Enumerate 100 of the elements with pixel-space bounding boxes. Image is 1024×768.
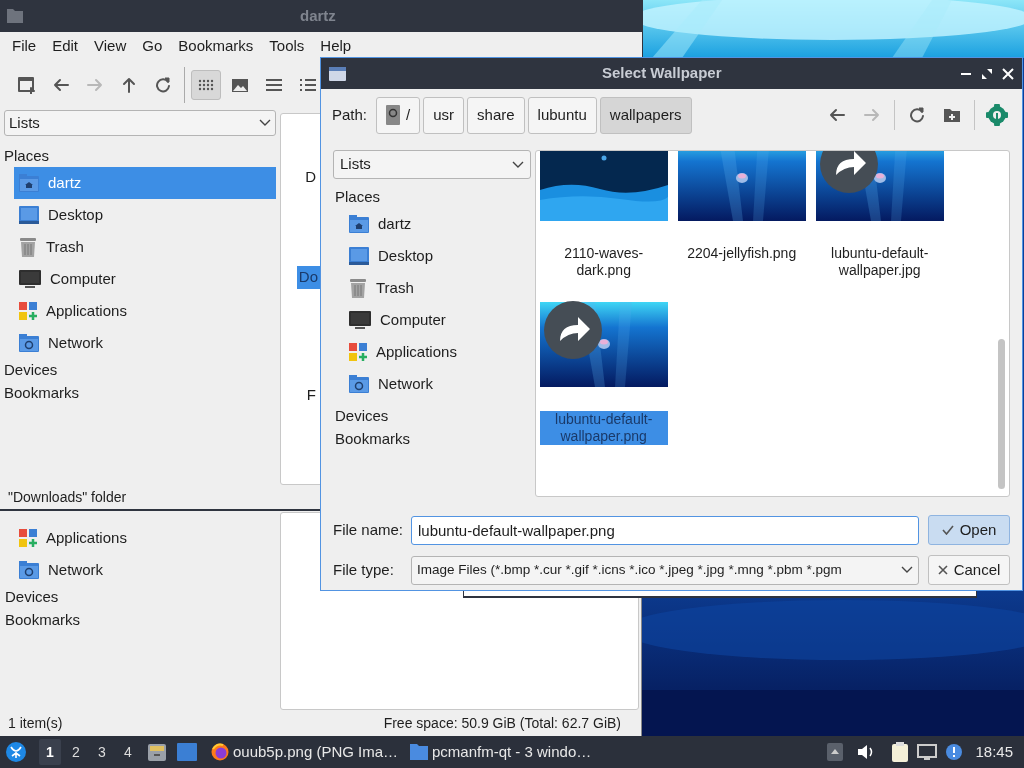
sidebar-item[interactable]: Desktop [378,244,434,268]
bullet-list-icon [300,79,316,91]
file-name-field[interactable]: lubuntu-default-wallpaper.png [411,515,919,545]
close-icon [937,565,948,575]
clipboard-icon[interactable] [891,742,910,762]
open-button[interactable]: Open [928,515,1010,545]
path-label: Path: [332,104,368,125]
chevron-down-icon [259,119,271,127]
sidebar-item[interactable]: Trash [376,276,414,300]
sidebar-section[interactable]: Devices [4,359,58,382]
taskbar-task[interactable]: pcmanfm-qt - 3 windo… [406,738,601,766]
chevron-down-icon [901,566,913,574]
sidebar-item[interactable]: Trash [14,231,276,263]
icon-grid-icon [198,79,214,91]
maximize-icon[interactable] [981,67,993,80]
back-arrow-icon [829,108,845,122]
file-type-label: File type: [333,559,395,580]
scrollbar[interactable] [998,339,1005,489]
folder-icon [410,744,428,760]
reload-icon [909,107,925,123]
sidebar-section[interactable]: Bookmarks [5,609,81,632]
desktop-button[interactable]: 1 [39,739,61,765]
status-text: "Downloads" folder [8,487,127,507]
sidebar-item[interactable]: Applications [14,295,276,327]
sidebar-section[interactable]: Bookmarks [4,382,80,405]
path-button[interactable]: usr [423,96,465,134]
sidebar-item[interactable]: Desktop [14,199,276,231]
forward-arrow-icon [87,78,103,92]
view-mode-dropdown[interactable]: Lists [333,150,531,179]
list-lines-icon [266,79,282,91]
menu-item[interactable]: Help [312,34,360,58]
desktop-button[interactable]: 4 [117,739,139,765]
desktop-icon [349,247,369,265]
path-button[interactable]: / [376,96,421,134]
menu-item[interactable]: Edit [44,34,87,58]
taskbar-task[interactable]: ouub5p.png (PNG Ima… [207,738,402,766]
file-type-dropdown[interactable]: Image Files (*.bmp *.cur *.gif *.icns *.ico *.jpeg *.jpg *.mng *.pbm *.pgm [411,555,919,585]
monitor-icon [19,270,41,288]
path-button[interactable]: wallpapers [599,96,692,134]
status-text: 1 item(s) [8,713,63,733]
chevron-down-icon [511,160,524,169]
window-title: dartz [300,5,336,26]
notification-icon[interactable] [945,743,964,761]
trash-icon [349,278,367,298]
desktop-button[interactable]: 3 [91,739,113,765]
close-icon[interactable] [1002,67,1014,80]
drive-icon [386,105,401,125]
sidebar-item[interactable]: Network [378,372,433,396]
reload-icon [155,77,171,93]
gear-app-icon [986,104,1008,126]
apps-grid-icon [349,343,367,361]
home-folder-icon [19,174,39,192]
path-button[interactable]: lubuntu [527,96,597,134]
browser-icon [211,743,229,761]
menu-item[interactable]: View [86,34,135,58]
path-button[interactable]: share [467,96,525,134]
network-folder-icon [19,561,39,579]
new-window-icon [18,76,36,94]
sidebar-section[interactable]: Devices [335,405,389,428]
cancel-button[interactable]: Cancel [928,555,1010,585]
desktop-button[interactable]: 2 [65,739,87,765]
sidebar-item[interactable]: Computer [380,308,446,332]
sidebar-item[interactable]: Applications [46,526,127,550]
menu-item[interactable]: Bookmarks [170,34,262,58]
sidebar-item[interactable]: Applications [376,340,457,364]
file-name[interactable]: lubuntu-default-wallpaper.jpg [815,245,944,279]
menu-item[interactable]: Go [134,34,171,58]
apps-grid-icon [19,529,37,547]
sidebar-section[interactable]: Devices [5,586,59,609]
monitor-icon [349,311,371,329]
sidebar-item[interactable]: Network [48,558,103,582]
start-menu-icon[interactable] [5,741,27,763]
sidebar-item[interactable]: dartz [378,212,412,236]
sidebar-item[interactable]: Network [14,327,276,359]
places-header: Places [4,145,50,166]
network-folder-icon [19,334,39,352]
folder-icon [7,9,23,23]
image-icon [232,78,248,92]
dialog-title: Select Wallpaper [602,63,722,84]
file-name[interactable]: 2204-jellyfish.png [686,245,798,262]
sidebar-item[interactable]: Computer [14,263,276,295]
view-mode-dropdown[interactable]: Lists [4,110,276,136]
file-name-label: File name: [333,519,403,540]
menu-item[interactable]: File [4,34,45,58]
file-name[interactable]: F [304,384,318,407]
tray-expand-icon[interactable] [827,743,844,761]
network-folder-icon [349,375,369,393]
file-name[interactable]: D [303,166,318,189]
up-arrow-icon [122,77,136,93]
trash-icon [19,237,37,257]
sidebar-section[interactable]: Bookmarks [335,428,411,451]
menu-item[interactable]: Tools [261,34,313,58]
desktop-icon [19,206,39,224]
file-cabinet-icon[interactable] [147,742,167,762]
places-header: Places [335,186,381,207]
clock[interactable]: 18:45 [975,740,1013,764]
toolbar-button[interactable] [191,70,221,100]
new-folder-icon [944,108,960,122]
free-space-text: Free space: 50.9 GiB (Total: 62.7 GiB) [383,713,621,733]
file-name[interactable]: 2110-waves-dark.png [539,245,668,279]
